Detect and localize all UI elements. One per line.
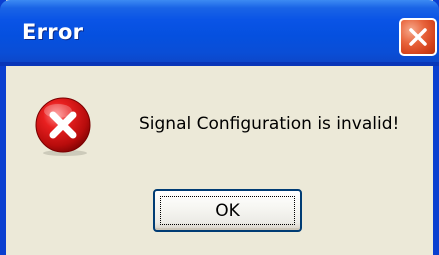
error-dialog-window: Error Signal Configuration is invalid! O… xyxy=(0,0,439,255)
window-title: Error xyxy=(22,20,84,44)
ok-button[interactable]: OK xyxy=(153,189,302,232)
close-icon xyxy=(409,28,427,46)
error-message: Signal Configuration is invalid! xyxy=(139,114,400,134)
close-button[interactable] xyxy=(399,18,437,56)
error-icon xyxy=(35,97,91,156)
title-bar[interactable]: Error xyxy=(0,0,439,66)
ok-button-label: OK xyxy=(215,201,240,221)
dialog-body: Signal Configuration is invalid! OK xyxy=(6,66,433,255)
